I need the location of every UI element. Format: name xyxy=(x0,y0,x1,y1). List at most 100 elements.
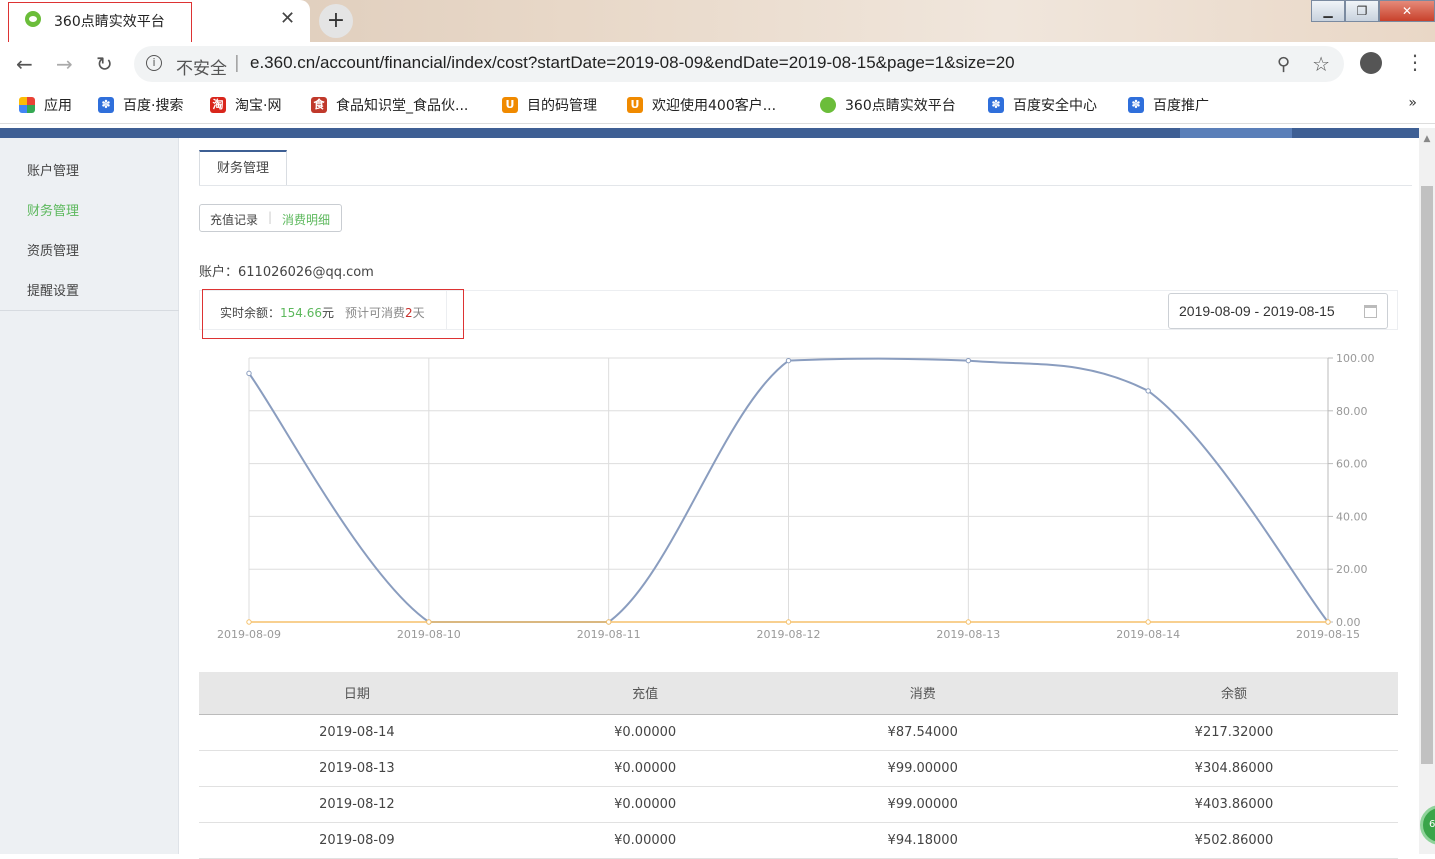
cell-cost: ¥94.18000 xyxy=(775,822,1070,859)
forward-icon[interactable]: → xyxy=(56,52,73,76)
x-tick-label: 2019-08-14 xyxy=(1116,628,1180,641)
tab-finance[interactable]: 财务管理 xyxy=(199,150,287,186)
cost-line-chart: 100.0080.0060.0040.0020.000.002019-08-09… xyxy=(217,352,1375,641)
maximize-icon[interactable]: ❐ xyxy=(1345,0,1379,22)
address-bar[interactable]: i 不安全 | e.360.cn/account/financial/index… xyxy=(134,46,1344,82)
x-tick-label: 2019-08-13 xyxy=(936,628,1000,641)
bookmarks-bar: 应用 ✽ 百度·搜索 淘淘宝·网 食食品知识堂_食品伙... U 目的码管理 U 欢迎… xyxy=(0,86,1435,124)
bookmark-label: 百度推广 xyxy=(1153,98,1209,114)
x-tick-label: 2019-08-15 xyxy=(1296,628,1360,641)
cell-date: 2019-08-14 xyxy=(199,714,515,751)
cell-balance: ¥217.32000 xyxy=(1069,714,1398,751)
cost-table: 日期 充值 消费 余额 2019-08-14 ¥0.00000 ¥87.5400… xyxy=(199,672,1398,859)
back-icon[interactable]: ← xyxy=(16,52,33,76)
new-tab-button[interactable]: + xyxy=(319,4,353,38)
cell-balance: ¥403.86000 xyxy=(1069,786,1398,823)
u-orange-icon: U xyxy=(502,97,518,113)
minimize-icon[interactable]: ▁ xyxy=(1311,0,1345,22)
cell-recharge: ¥0.00000 xyxy=(514,822,776,859)
bookmark-label: 食品知识堂_食品伙... xyxy=(336,98,469,114)
column-header-cost: 消费 xyxy=(775,672,1070,715)
cell-date: 2019-08-12 xyxy=(199,786,515,823)
bookmark-item[interactable]: U 目的码管理 xyxy=(502,95,597,115)
tab-close-icon[interactable]: ✕ xyxy=(280,8,295,29)
x-tick-label: 2019-08-11 xyxy=(577,628,641,641)
bookmark-item[interactable]: ✽ 百度推广 xyxy=(1128,95,1209,115)
estimate-label: 预计可消费 xyxy=(345,306,406,320)
sidebar-item-reminder[interactable]: 提醒设置 xyxy=(27,280,79,299)
estimate-days-value: 2 xyxy=(405,306,413,320)
tab-divider xyxy=(199,185,1412,186)
baidu-paw-icon: ✽ xyxy=(1128,97,1144,113)
bookmark-item[interactable]: U 欢迎使用400客户... xyxy=(627,95,776,115)
date-range-text: 2019-08-09 - 2019-08-15 xyxy=(1179,303,1335,319)
menu-dots-icon[interactable]: ⋮ xyxy=(1405,50,1425,74)
subtab-separator: | xyxy=(268,210,273,224)
reload-icon[interactable]: ↻ xyxy=(96,52,113,76)
bookmark-item[interactable]: 应用 xyxy=(19,95,72,115)
series-point xyxy=(246,370,252,377)
cell-cost: ¥87.54000 xyxy=(775,714,1070,751)
estimated-days: 预计可消费2天 xyxy=(345,304,425,321)
account-label: 账户：611026026@qq.com xyxy=(199,265,374,280)
bookmark-item[interactable]: 360点睛实效平台 xyxy=(820,95,956,115)
series-point xyxy=(1145,619,1151,625)
subtab-recharge-records[interactable]: 充值记录 xyxy=(210,211,258,228)
bookmark-item[interactable]: ✽ 百度·搜索 xyxy=(98,95,183,115)
balance-unit: 元 xyxy=(322,306,335,320)
food-icon: 食 xyxy=(311,97,327,113)
x-tick-label: 2019-08-10 xyxy=(397,628,461,641)
sidebar: 账户管理 财务管理 资质管理 提醒设置 xyxy=(0,138,179,854)
profile-avatar-icon[interactable] xyxy=(1360,52,1382,74)
bookmark-label: 淘宝·网 xyxy=(235,98,282,114)
series-point xyxy=(1145,388,1151,394)
baidu-paw-icon: ✽ xyxy=(98,97,114,113)
column-header-balance: 余额 xyxy=(1069,672,1398,715)
date-range-picker[interactable]: 2019-08-09 - 2019-08-15 xyxy=(1168,293,1388,329)
y-tick-label: 80.00 xyxy=(1336,405,1368,418)
u-orange-icon: U xyxy=(627,97,643,113)
zoom-search-icon[interactable]: ⚲ xyxy=(1277,54,1290,75)
sidebar-item-account[interactable]: 账户管理 xyxy=(27,160,79,179)
page-scrollbar[interactable]: ▲ xyxy=(1419,128,1435,854)
balance-label: 实时余额： xyxy=(220,306,281,320)
scroll-up-icon[interactable]: ▲ xyxy=(1419,134,1435,144)
sidebar-item-finance[interactable]: 财务管理 xyxy=(27,200,79,219)
subtab-group: 充值记录 | 消费明细 xyxy=(199,204,342,232)
url-text[interactable]: e.360.cn/account/financial/index/cost?st… xyxy=(250,53,1015,73)
y-tick-label: 100.00 xyxy=(1336,352,1375,365)
cell-balance: ¥502.86000 xyxy=(1069,822,1398,859)
cell-date: 2019-08-09 xyxy=(199,822,515,859)
subtab-cost-details[interactable]: 消费明细 xyxy=(282,211,330,228)
series-point xyxy=(965,619,972,625)
sidebar-item-qualification[interactable]: 资质管理 xyxy=(27,240,79,259)
bookmarks-more-icon[interactable]: » xyxy=(1408,95,1417,111)
cell-recharge: ¥0.00000 xyxy=(514,786,776,823)
360-icon xyxy=(820,97,836,113)
scroll-thumb[interactable] xyxy=(1421,186,1433,764)
baidu-paw-icon: ✽ xyxy=(988,97,1004,113)
window-close-icon[interactable]: ✕ xyxy=(1379,0,1435,22)
bookmark-star-icon[interactable]: ☆ xyxy=(1312,52,1330,76)
sidebar-divider xyxy=(0,310,179,311)
table-row: 2019-08-13 ¥0.00000 ¥99.00000 ¥304.86000 xyxy=(199,750,1398,787)
cell-recharge: ¥0.00000 xyxy=(514,750,776,787)
browser-tabstrip: 360点睛实效平台 ✕ + ▁ ❐ ✕ xyxy=(0,0,1435,44)
cell-balance: ¥304.86000 xyxy=(1069,750,1398,787)
info-icon[interactable]: i xyxy=(146,55,162,71)
estimate-unit: 天 xyxy=(412,306,425,320)
cell-cost: ¥99.00000 xyxy=(775,750,1070,787)
realtime-balance: 实时余额：154.66元 xyxy=(220,304,334,321)
bookmark-item[interactable]: 食食品知识堂_食品伙... xyxy=(311,95,468,115)
url-separator: | xyxy=(234,53,240,73)
bookmark-label: 百度安全中心 xyxy=(1013,98,1097,114)
cell-cost: ¥99.00000 xyxy=(775,786,1070,823)
insecure-label: 不安全 xyxy=(176,59,227,79)
calendar-icon[interactable] xyxy=(1364,305,1377,318)
bookmark-item[interactable]: ✽ 百度安全中心 xyxy=(988,95,1097,115)
series-point xyxy=(785,619,792,625)
table-row: 2019-08-12 ¥0.00000 ¥99.00000 ¥403.86000 xyxy=(199,786,1398,823)
bookmark-item[interactable]: 淘淘宝·网 xyxy=(210,95,281,115)
table-row: 2019-08-14 ¥0.00000 ¥87.54000 ¥217.32000 xyxy=(199,714,1398,751)
series-point xyxy=(246,619,252,625)
